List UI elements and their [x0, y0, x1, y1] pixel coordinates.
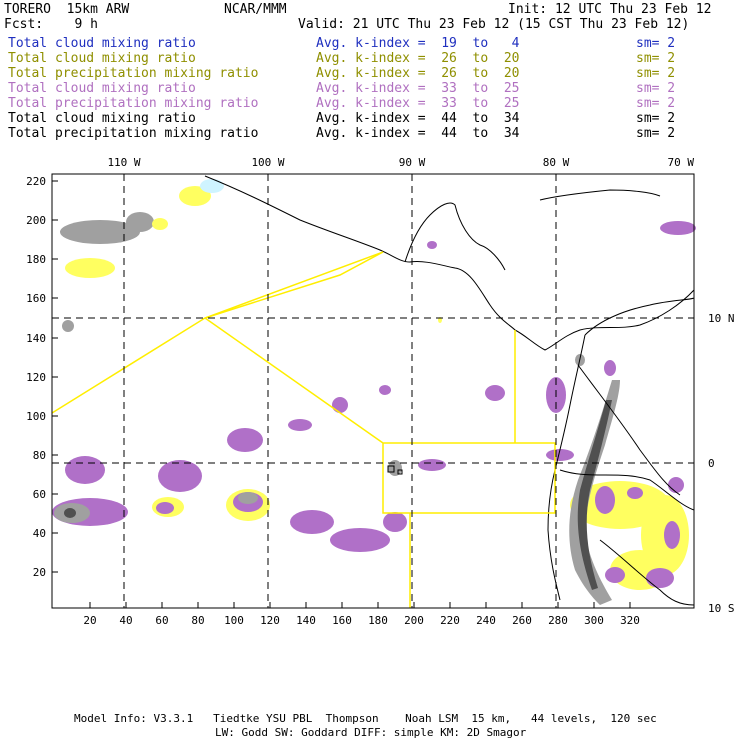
- coastline-mexico: [204, 175, 695, 351]
- bottom-tick-label: 240: [476, 614, 496, 627]
- bottom-tick-label: 200: [404, 614, 424, 627]
- bottom-tick-label: 40: [119, 614, 132, 627]
- bottom-tick-label: 100: [224, 614, 244, 627]
- bottom-tick-label: 160: [332, 614, 352, 627]
- left-tick-label: 120: [26, 371, 46, 384]
- longitude-label: 110 W: [107, 156, 140, 169]
- purple-patch: [330, 528, 390, 552]
- bottom-tick-label: 300: [584, 614, 604, 627]
- yellow-patch: [65, 258, 115, 278]
- coastline-south-america-north: [584, 297, 695, 336]
- cyan-patch: [200, 179, 224, 193]
- purple-patch: [418, 459, 446, 471]
- longitude-label: 90 W: [399, 156, 426, 169]
- field-shading: [52, 179, 696, 605]
- purple-patch: [604, 360, 616, 376]
- purple-patch: [156, 502, 174, 514]
- purple-patch: [668, 477, 684, 493]
- purple-patch: [288, 419, 312, 431]
- purple-patch: [605, 567, 625, 583]
- purple-patch: [332, 397, 348, 413]
- bottom-tick-label: 120: [260, 614, 280, 627]
- longitude-label: 80 W: [543, 156, 570, 169]
- purple-patch: [383, 512, 407, 532]
- model-info-line-2: LW: Godd SW: Goddard DIFF: simple KM: 2D…: [215, 726, 527, 739]
- purple-patch: [485, 385, 505, 401]
- longitude-label: 100 W: [251, 156, 284, 169]
- left-tick-label: 200: [26, 214, 46, 227]
- forecast-map: 220 200 180 160 140 120 100 80 60 40 20 20 40 60 80 100…: [26, 156, 735, 627]
- left-tick-label: 80: [33, 449, 46, 462]
- purple-patch: [660, 221, 696, 235]
- left-tick-label: 60: [33, 488, 46, 501]
- model-info-line-1: Model Info: V3.3.1 Tiedtke YSU PBL Thomp…: [74, 712, 657, 725]
- bottom-tick-label: 140: [296, 614, 316, 627]
- latitude-label: 0: [708, 457, 715, 470]
- bottom-tick-label: 260: [512, 614, 532, 627]
- purple-patch: [595, 486, 615, 514]
- purple-patch: [290, 510, 334, 534]
- left-tick-label: 160: [26, 292, 46, 305]
- purple-patch: [427, 241, 437, 249]
- purple-patch: [227, 428, 263, 452]
- purple-patch: [646, 568, 674, 588]
- bottom-tick-label: 180: [368, 614, 388, 627]
- longitude-label: 70 W: [668, 156, 695, 169]
- purple-patch: [158, 460, 202, 492]
- yellow-patch: [152, 218, 168, 230]
- purple-patch: [65, 456, 105, 484]
- latitude-label: 10 S: [708, 602, 735, 615]
- dark-patch: [64, 508, 76, 518]
- purple-patch: [379, 385, 391, 395]
- left-tick-label: 180: [26, 253, 46, 266]
- left-tick-label: 40: [33, 527, 46, 540]
- purple-patch: [664, 521, 680, 549]
- bottom-tick-label: 320: [620, 614, 640, 627]
- coastlines: [204, 175, 695, 606]
- latitude-label: 10 N: [708, 312, 735, 325]
- bottom-tick-label: 220: [440, 614, 460, 627]
- gray-patch: [238, 492, 258, 504]
- gray-patch: [62, 320, 74, 332]
- bottom-tick-label: 20: [83, 614, 96, 627]
- purple-patch: [627, 487, 643, 499]
- coastline-cuba: [539, 189, 661, 201]
- bottom-tick-label: 60: [155, 614, 168, 627]
- left-tick-label: 220: [26, 175, 46, 188]
- bottom-tick-label: 280: [548, 614, 568, 627]
- coastline-yucatan: [404, 202, 506, 271]
- left-tick-label: 140: [26, 332, 46, 345]
- bottom-tick-label: 80: [191, 614, 204, 627]
- left-tick-label: 20: [33, 566, 46, 579]
- gray-patch: [126, 212, 154, 232]
- left-tick-label: 100: [26, 410, 46, 423]
